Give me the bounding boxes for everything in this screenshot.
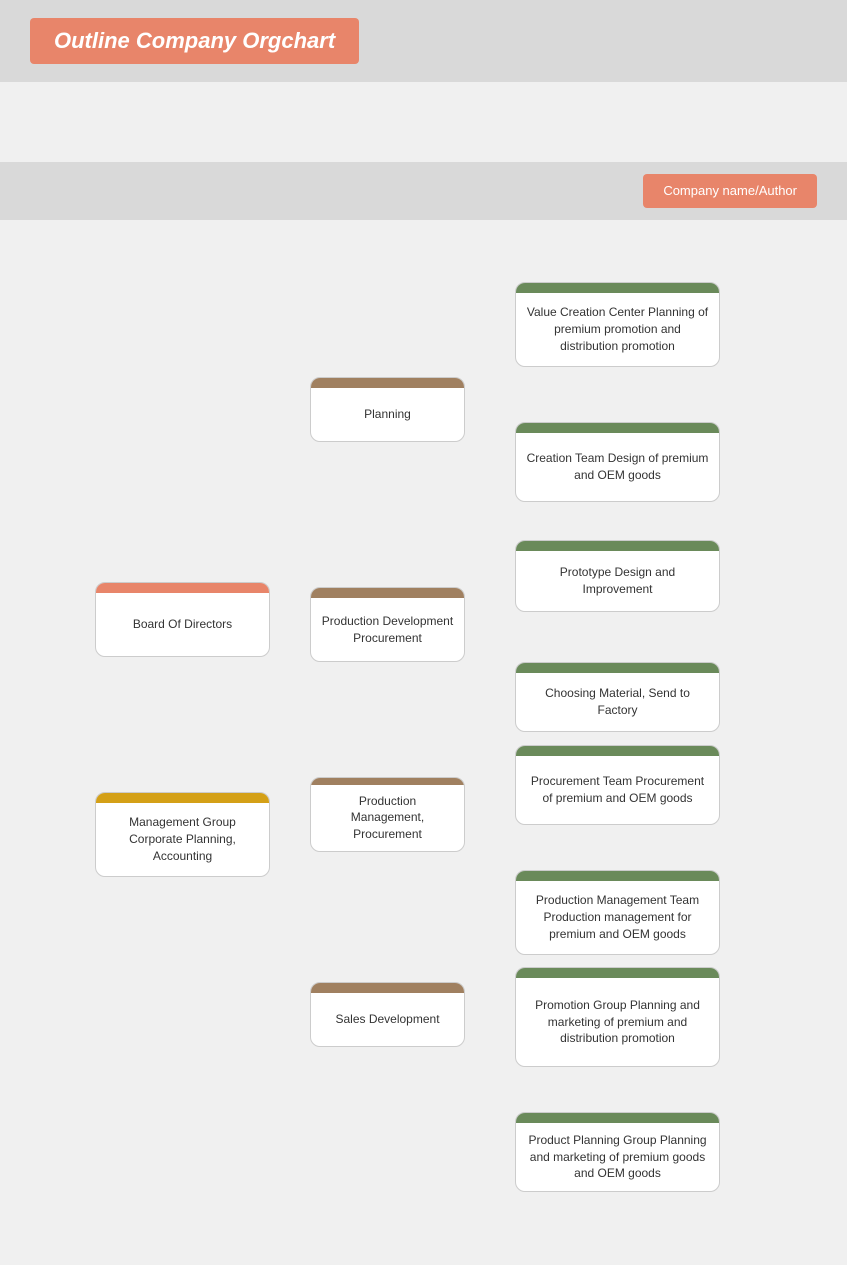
planning-bar xyxy=(311,378,464,388)
management-label: Management Group Corporate Planning, Acc… xyxy=(106,814,259,864)
promotion-group-label: Promotion Group Planning and marketing o… xyxy=(526,997,709,1047)
footer-box: Company name/Author xyxy=(643,174,817,208)
procurement-team-label: Procurement Team Procurement of premium … xyxy=(526,773,709,807)
prototype-node: Prototype Design and Improvement xyxy=(515,540,720,612)
choosing-material-bar xyxy=(516,663,719,673)
procurement-team-bar xyxy=(516,746,719,756)
procurement-team-node: Procurement Team Procurement of premium … xyxy=(515,745,720,825)
page: Outline Company Orgchart xyxy=(0,0,847,1265)
header-title-box: Outline Company Orgchart xyxy=(30,18,359,64)
prototype-label: Prototype Design and Improvement xyxy=(526,564,709,598)
header: Outline Company Orgchart xyxy=(0,0,847,82)
sales-dev-bar xyxy=(311,983,464,993)
prod-mgmt-bar xyxy=(311,778,464,785)
prod-mgmt-team-bar xyxy=(516,871,719,881)
management-bar xyxy=(96,793,269,803)
creation-team-label: Creation Team Design of premium and OEM … xyxy=(526,450,709,484)
value-creation-label: Value Creation Center Planning of premiu… xyxy=(526,304,709,354)
board-bar xyxy=(96,583,269,593)
planning-node: Planning xyxy=(310,377,465,442)
promotion-group-node: Promotion Group Planning and marketing o… xyxy=(515,967,720,1067)
sales-dev-node: Sales Development xyxy=(310,982,465,1047)
prod-mgmt-node: Production Management, Procurement xyxy=(310,777,465,852)
product-planning-node: Product Planning Group Planning and mark… xyxy=(515,1112,720,1192)
page-title: Outline Company Orgchart xyxy=(54,28,335,53)
prod-dev-node: Production Development Procurement xyxy=(310,587,465,662)
prod-dev-label: Production Development Procurement xyxy=(321,613,454,647)
management-node: Management Group Corporate Planning, Acc… xyxy=(95,792,270,877)
board-label: Board Of Directors xyxy=(133,616,232,633)
planning-label: Planning xyxy=(364,406,411,423)
value-creation-node: Value Creation Center Planning of premiu… xyxy=(515,282,720,367)
prototype-bar xyxy=(516,541,719,551)
product-planning-label: Product Planning Group Planning and mark… xyxy=(526,1132,709,1182)
prod-mgmt-team-label: Production Management Team Production ma… xyxy=(526,892,709,942)
prod-dev-bar xyxy=(311,588,464,598)
footer: Company name/Author xyxy=(0,162,847,220)
creation-team-node: Creation Team Design of premium and OEM … xyxy=(515,422,720,502)
choosing-material-label: Choosing Material, Send to Factory xyxy=(526,685,709,719)
creation-team-bar xyxy=(516,423,719,433)
promotion-group-bar xyxy=(516,968,719,978)
value-creation-bar xyxy=(516,283,719,293)
choosing-material-node: Choosing Material, Send to Factory xyxy=(515,662,720,732)
sales-dev-label: Sales Development xyxy=(335,1011,439,1028)
product-planning-bar xyxy=(516,1113,719,1123)
prod-mgmt-label: Production Management, Procurement xyxy=(321,793,454,843)
board-node: Board Of Directors xyxy=(95,582,270,657)
prod-mgmt-team-node: Production Management Team Production ma… xyxy=(515,870,720,955)
footer-label: Company name/Author xyxy=(663,183,797,198)
